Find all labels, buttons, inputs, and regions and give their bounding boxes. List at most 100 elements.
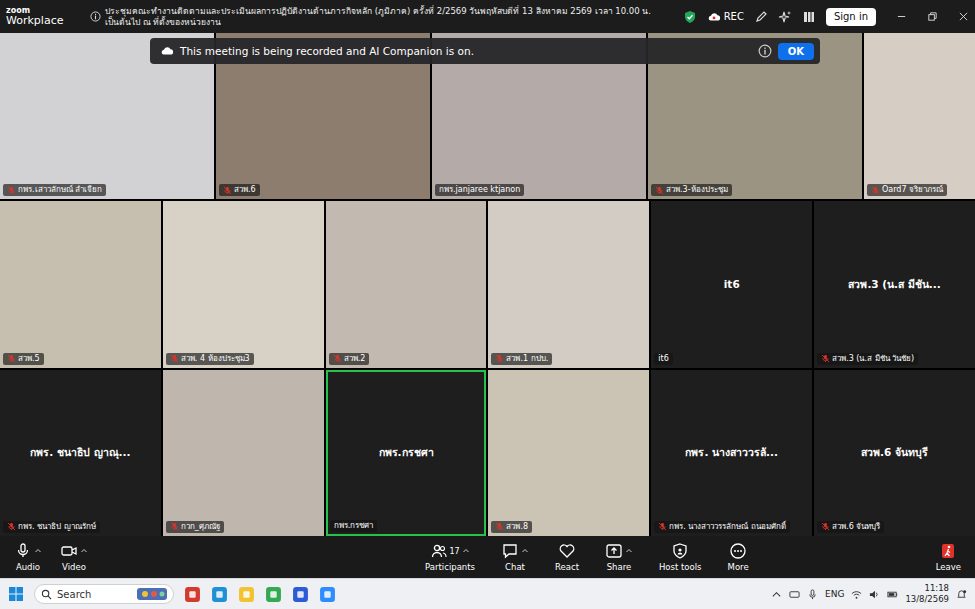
toolbar-button[interactable]: React: [555, 542, 579, 572]
participant-label: กพร.เสาวลักษณ์ ลำเจียก: [3, 184, 106, 196]
toolbar-button[interactable]: Host tools: [659, 542, 702, 572]
leave-button[interactable]: Leave: [936, 542, 961, 572]
participant-display-name: it6: [718, 278, 746, 290]
muted-mic-icon: [7, 522, 16, 531]
participant-tile[interactable]: Oard7 จริยาภรณ์: [864, 33, 975, 199]
sign-in-button[interactable]: Sign in: [826, 8, 876, 26]
battery-icon[interactable]: [887, 589, 898, 600]
search-icon: [41, 589, 52, 600]
chat-icon: [501, 542, 519, 560]
muted-mic-icon: [223, 186, 232, 195]
participant-tile[interactable]: กวก_ศุภณัฐ: [163, 370, 324, 536]
participant-label: สวพ.6 จันทบุรี: [817, 521, 884, 533]
muted-mic-icon: [495, 354, 504, 363]
pen-icon[interactable]: [754, 10, 768, 24]
participant-label: กพร.janjaree ktjanon: [435, 184, 524, 196]
participant-tile[interactable]: สวพ.8: [488, 370, 649, 536]
muted-mic-icon: [170, 522, 179, 531]
taskbar-app-icon[interactable]: [238, 586, 255, 603]
toolbar-button[interactable]: Chat: [501, 542, 529, 572]
ok-button[interactable]: OK: [778, 43, 814, 60]
taskbar-app-icon[interactable]: [319, 586, 336, 603]
meeting-toolbar: Audio Video 17 Participants Chat React S…: [0, 536, 975, 578]
muted-mic-icon: [655, 186, 664, 195]
tile-row: สวพ.5 สวพ. 4 ห้องประชุม3 สวพ.2 สวพ.1 กปบ…: [0, 201, 975, 367]
restore-icon[interactable]: [927, 11, 938, 22]
info-icon[interactable]: [90, 11, 101, 22]
muted-mic-icon: [658, 522, 667, 531]
participant-label: สวพ.3 (น.ส มีชัน วันชัย): [817, 353, 918, 365]
mic-tray-icon[interactable]: [807, 589, 818, 600]
wifi-icon[interactable]: [851, 589, 862, 600]
host-shield-icon: [671, 542, 689, 560]
participant-count: 17: [449, 547, 459, 556]
search-highlight-icon: [137, 587, 167, 601]
leave-icon: [939, 542, 957, 560]
meeting-title: ประชุมคณะทำงานติดตามและประเมินผลการปฏิบั…: [90, 6, 675, 28]
caret-icon[interactable]: [521, 547, 529, 555]
speaker-icon[interactable]: [869, 589, 880, 600]
shield-icon[interactable]: [683, 10, 697, 24]
recording-indicator[interactable]: REC: [707, 10, 744, 24]
cloud-icon: [707, 10, 721, 24]
caret-icon[interactable]: [80, 547, 88, 555]
taskbar-app-icon[interactable]: [184, 586, 201, 603]
more-icon: [729, 542, 747, 560]
toolbar-button[interactable]: More: [728, 542, 749, 572]
muted-mic-icon: [495, 522, 504, 531]
input-language[interactable]: ENG: [825, 589, 844, 599]
title-bar: zoom Workplace ประชุมคณะทำงานติดตามและปร…: [0, 0, 975, 33]
participant-label: กวก_ศุภณัฐ: [166, 521, 224, 533]
toolbar-button[interactable]: 17 Participants: [425, 542, 475, 572]
toolbar-button[interactable]: Share: [605, 542, 633, 572]
caret-icon[interactable]: [34, 547, 42, 555]
microphone-icon: [14, 542, 32, 560]
layout-icon[interactable]: [802, 10, 816, 24]
heart-icon: [558, 542, 576, 560]
taskbar: Search ENG 11:18 13/8/2569: [0, 578, 975, 609]
caret-icon[interactable]: [462, 547, 470, 555]
muted-mic-icon: [871, 186, 880, 195]
participant-tile[interactable]: กพร.กรชศา กพร.กรชศา: [326, 370, 487, 536]
muted-mic-icon: [333, 354, 342, 363]
participant-tile[interactable]: สวพ.2: [326, 201, 487, 367]
toolbar-button[interactable]: Audio: [14, 542, 42, 572]
participant-label: สวพ.8: [491, 521, 532, 533]
zoom-window: zoom Workplace ประชุมคณะทำงานติดตามและปร…: [0, 0, 975, 609]
participant-tile[interactable]: กพร. ชนาธิป ญาณุ... กพร. ชนาธิป ญาณรักษ์: [0, 370, 161, 536]
participant-tile[interactable]: สวพ.3 (น.ส มีชัน... สวพ.3 (น.ส มีชัน วัน…: [814, 201, 975, 367]
participant-label: กพร. นางสาววรรลักษณ์ ถนอมศักดิ์: [654, 521, 790, 533]
participant-label: กพร. ชนาธิป ญาณรักษ์: [3, 521, 100, 533]
caret-icon[interactable]: [625, 547, 633, 555]
participant-tile[interactable]: สวพ. 4 ห้องประชุม3: [163, 201, 324, 367]
participant-display-name: กพร. นางสาววรลั...: [679, 444, 784, 461]
windows-start-icon[interactable]: [8, 586, 24, 602]
muted-mic-icon: [7, 186, 16, 195]
participant-display-name: สวพ.3 (น.ส มีชัน...: [842, 276, 946, 293]
participant-tile[interactable]: สวพ.5: [0, 201, 161, 367]
toolbar-button[interactable]: Video: [60, 542, 88, 572]
taskbar-app-icon[interactable]: [292, 586, 309, 603]
clock[interactable]: 11:18 13/8/2569: [905, 583, 949, 605]
participant-tile[interactable]: กพร. นางสาววรลั... กพร. นางสาววรรลักษณ์ …: [651, 370, 812, 536]
sparkle-icon[interactable]: [778, 10, 792, 24]
minimize-icon[interactable]: [896, 11, 907, 22]
participant-tile[interactable]: it6 it6: [651, 201, 812, 367]
participant-display-name: สวพ.6 จันทบุรี: [855, 444, 934, 461]
close-icon[interactable]: [958, 11, 969, 22]
participant-label: สวพ.1 กปบ.: [491, 353, 552, 365]
taskbar-app-icon[interactable]: [211, 586, 228, 603]
chevron-up-icon[interactable]: [771, 589, 782, 600]
camera-icon: [60, 542, 78, 560]
participant-display-name: กพร. ชนาธิป ญาณุ...: [24, 444, 136, 461]
info-icon[interactable]: [758, 44, 772, 58]
participant-label: กพร.กรชศา: [330, 520, 378, 532]
muted-mic-icon: [821, 354, 830, 363]
participant-tile[interactable]: สวพ.6 จันทบุรี สวพ.6 จันทบุรี: [814, 370, 975, 536]
network-icon[interactable]: [789, 589, 800, 600]
participant-tile[interactable]: สวพ.1 กปบ.: [488, 201, 649, 367]
system-tray: ENG 11:18 13/8/2569: [771, 583, 967, 605]
notification-icon[interactable]: [956, 589, 967, 600]
taskbar-search[interactable]: Search: [34, 584, 174, 604]
taskbar-app-icon[interactable]: [265, 586, 282, 603]
